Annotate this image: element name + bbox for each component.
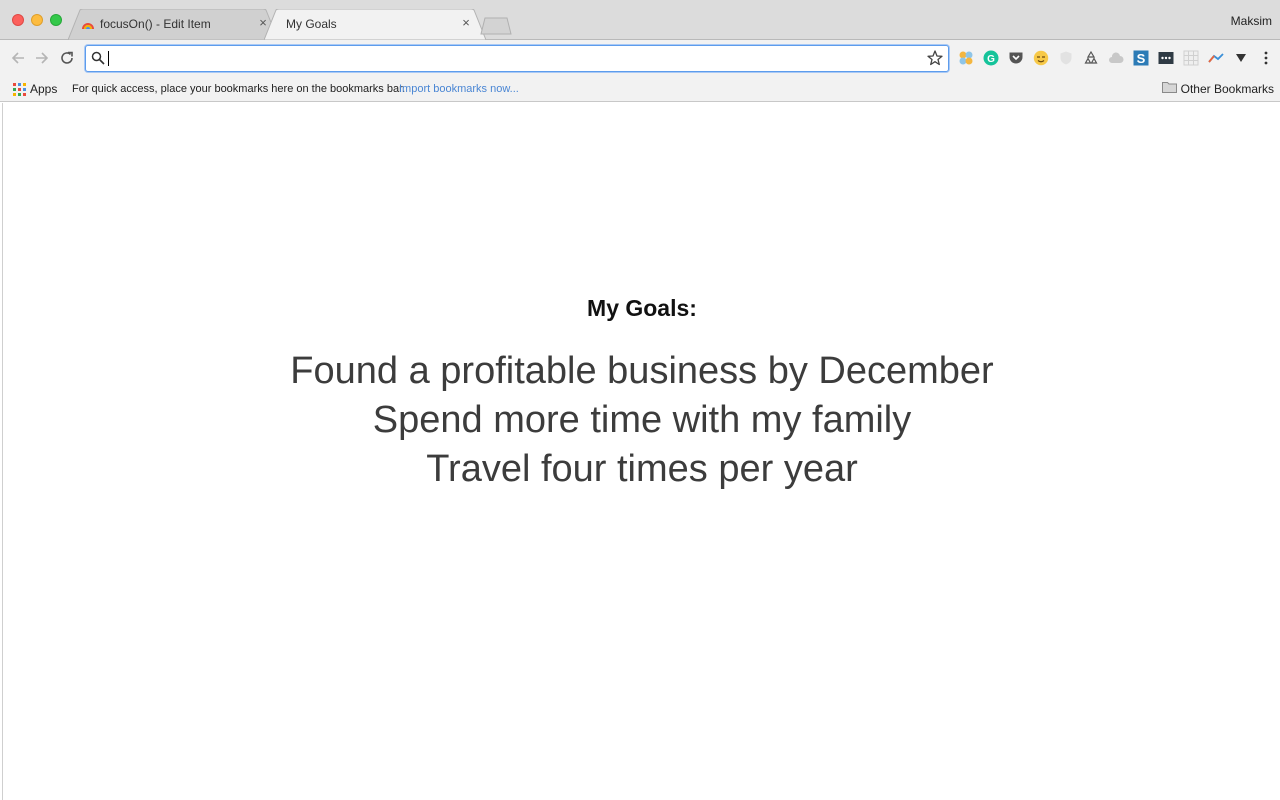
arrow-left-icon bbox=[11, 52, 24, 64]
emoji-icon[interactable] bbox=[1033, 50, 1049, 66]
folder-icon bbox=[1161, 81, 1177, 96]
dots-app-icon[interactable] bbox=[1158, 50, 1174, 66]
tab-title: focusOn() - Edit Item bbox=[100, 17, 211, 31]
import-bookmarks-link[interactable]: Import bookmarks now... bbox=[399, 83, 519, 95]
other-bookmarks-label: Other Bookmarks bbox=[1180, 81, 1274, 96]
grammarly-icon[interactable]: G bbox=[983, 50, 999, 66]
toolbar: G S bbox=[0, 40, 1280, 76]
reload-button[interactable] bbox=[57, 48, 77, 68]
close-window-button[interactable] bbox=[12, 14, 24, 26]
bookmark-star-icon[interactable] bbox=[926, 49, 944, 67]
s-app-icon[interactable]: S bbox=[1133, 50, 1149, 66]
tab-title: My Goals bbox=[286, 17, 337, 31]
tab-strip: focusOn() - Edit Item × My Goals × Maksi… bbox=[0, 0, 1280, 40]
menu-icon[interactable] bbox=[1258, 50, 1274, 66]
other-bookmarks-button[interactable]: Other Bookmarks bbox=[1161, 81, 1274, 96]
text-caret bbox=[108, 51, 109, 66]
goals-list: Found a profitable business by December … bbox=[3, 347, 1280, 494]
goal-item: Found a profitable business by December bbox=[290, 350, 994, 392]
page-title: My Goals: bbox=[587, 295, 697, 321]
address-bar[interactable] bbox=[85, 45, 949, 72]
svg-text:G: G bbox=[987, 54, 995, 65]
chart-app-icon[interactable] bbox=[1208, 50, 1224, 66]
tab-close-icon[interactable]: × bbox=[458, 15, 474, 31]
minimize-window-button[interactable] bbox=[31, 14, 43, 26]
back-button[interactable] bbox=[8, 48, 28, 68]
tab-my-goals[interactable]: My Goals × bbox=[264, 9, 486, 40]
pocket-icon[interactable] bbox=[1008, 50, 1024, 66]
shield-icon[interactable] bbox=[1058, 50, 1074, 66]
puzzle-flower-icon[interactable] bbox=[958, 50, 974, 66]
grid-app-icon[interactable] bbox=[1183, 50, 1199, 66]
bookmarks-hint: For quick access, place your bookmarks h… bbox=[72, 83, 406, 95]
forward-button[interactable] bbox=[32, 48, 52, 68]
apps-grid-icon bbox=[13, 82, 26, 96]
tab-focuson-edit-item[interactable]: focusOn() - Edit Item × bbox=[68, 9, 278, 40]
arrow-right-icon bbox=[36, 52, 49, 64]
dropdown-icon[interactable] bbox=[1233, 50, 1249, 66]
zoom-window-button[interactable] bbox=[50, 14, 62, 26]
svg-text:S: S bbox=[1137, 51, 1146, 66]
reload-icon bbox=[61, 51, 73, 64]
cloud-icon[interactable] bbox=[1108, 50, 1124, 66]
url-input[interactable] bbox=[108, 48, 908, 69]
rainbow-favicon-icon bbox=[82, 18, 94, 30]
goal-item: Travel four times per year bbox=[426, 448, 858, 490]
search-icon bbox=[91, 51, 105, 65]
profile-name[interactable]: Maksim bbox=[1231, 14, 1272, 28]
apps-button[interactable]: Apps bbox=[13, 82, 57, 96]
page-content: My Goals: Found a profitable business by… bbox=[2, 103, 1280, 800]
apps-label: Apps bbox=[30, 82, 58, 96]
goal-item: Spend more time with my family bbox=[372, 399, 912, 441]
new-tab-button[interactable] bbox=[480, 17, 512, 35]
bookmarks-bar: Apps For quick access, place your bookma… bbox=[0, 76, 1280, 102]
recycle-icon[interactable] bbox=[1083, 50, 1099, 66]
